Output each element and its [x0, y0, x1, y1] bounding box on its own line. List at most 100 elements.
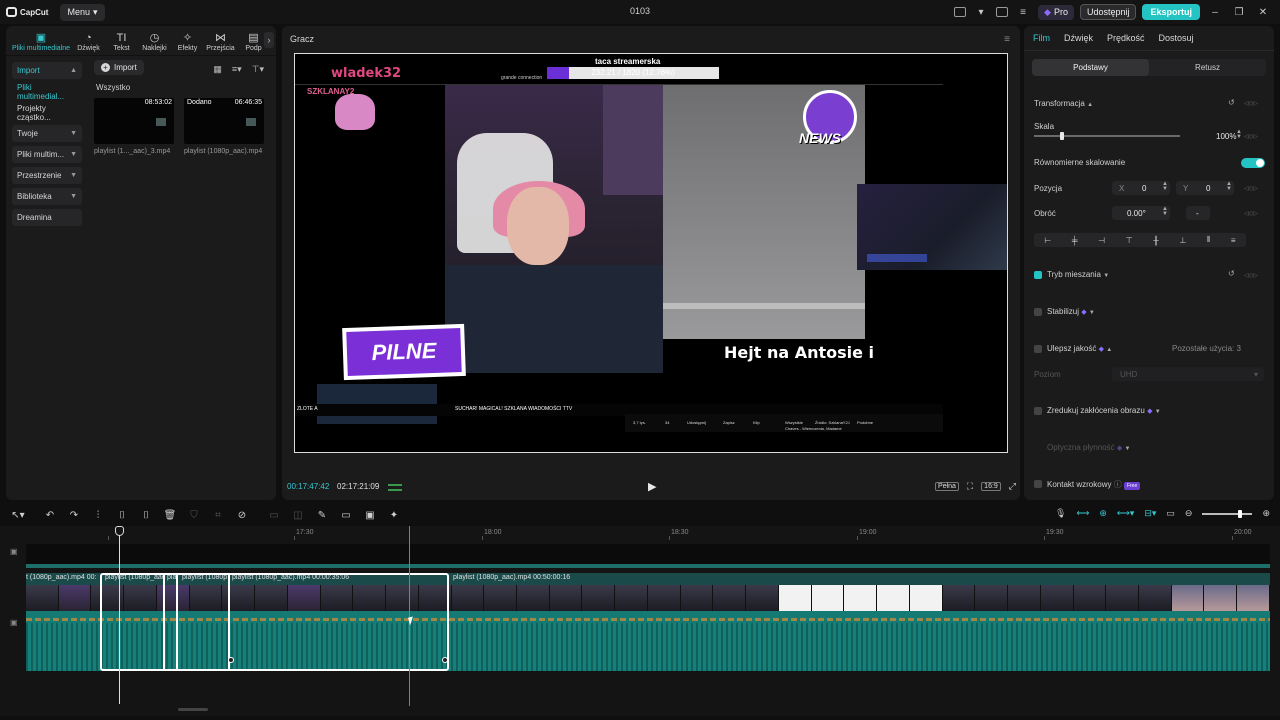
- side-nav-dreamina[interactable]: Dreamina: [12, 209, 82, 226]
- tab-audio[interactable]: ◔ Dźwięk: [72, 32, 105, 55]
- eye-contact-header[interactable]: Kontakt wzrokowy ⓘ Free: [1047, 479, 1141, 490]
- tab-speed[interactable]: Prędkość: [1107, 33, 1145, 43]
- full-quality-button[interactable]: Pełna: [934, 482, 959, 491]
- caption-icon[interactable]: ▭: [334, 510, 358, 521]
- snap-icon[interactable]: ⟷▾: [1117, 508, 1134, 519]
- mask-icon[interactable]: ⊘: [230, 510, 254, 521]
- menu-icon[interactable]: ≡: [1004, 34, 1010, 45]
- scale-slider[interactable]: [1034, 132, 1180, 140]
- ratio-button[interactable]: 16:9: [981, 482, 1001, 491]
- link-icon[interactable]: ⟷: [1076, 508, 1089, 519]
- media-item[interactable]: Dodano 06:46:35 playlist (1080p_aac).mp4: [184, 98, 264, 155]
- layout-icon[interactable]: [954, 7, 967, 17]
- playhead[interactable]: [119, 528, 120, 704]
- keyframe-icon[interactable]: ◁◇▷: [1244, 185, 1258, 192]
- stabilize-header[interactable]: Stabilizuj ◆ ▼: [1047, 307, 1095, 316]
- clip-boundary[interactable]: [163, 573, 165, 671]
- delete-icon[interactable]: 🗑: [158, 510, 182, 521]
- timeline[interactable]: 17:30 18:00 18:30 19:00 19:30 20:00 ▣ ▣ …: [0, 526, 1280, 716]
- keyframe-icon[interactable]: ◁◇▷: [1244, 133, 1258, 140]
- uniform-scale-toggle[interactable]: [1241, 158, 1265, 168]
- align-right-icon[interactable]: ⊣: [1098, 236, 1105, 245]
- align-bottom-icon[interactable]: ⊥: [1179, 236, 1186, 245]
- magnet-icon[interactable]: ⊕: [1099, 508, 1107, 519]
- image-icon[interactable]: ▣: [358, 510, 382, 521]
- share-button[interactable]: Udostępnij: [1079, 4, 1137, 20]
- selected-clips[interactable]: [100, 573, 449, 671]
- keyframe-icon[interactable]: ◁◇▷: [1244, 272, 1258, 279]
- magic-wand-icon[interactable]: ✎: [310, 510, 334, 521]
- ai-icon[interactable]: ✦: [382, 510, 406, 521]
- freeze-icon[interactable]: ▭: [262, 510, 286, 521]
- import-button[interactable]: + Import: [94, 60, 144, 75]
- chevron-right-icon[interactable]: ›: [264, 32, 274, 48]
- crop-icon[interactable]: ⌗: [206, 510, 230, 521]
- tab-audio[interactable]: Dźwięk: [1064, 33, 1093, 43]
- keyframe-icon[interactable]: ◁◇▷: [1244, 100, 1258, 107]
- stepper-icon[interactable]: ▲ ▼: [1226, 181, 1232, 192]
- caption-track-icon[interactable]: ▭: [1166, 508, 1175, 519]
- slider-knob[interactable]: [1060, 132, 1065, 140]
- volume-keyframe[interactable]: [228, 657, 234, 663]
- reset-icon[interactable]: ↺: [1228, 98, 1235, 107]
- clip-boundary[interactable]: [176, 573, 178, 671]
- segment-basic[interactable]: Podstawy: [1032, 59, 1149, 76]
- play-icon[interactable]: ▶: [648, 480, 656, 493]
- blend-mode-checkbox[interactable]: [1034, 271, 1042, 279]
- align-top-icon[interactable]: ⊤: [1126, 236, 1133, 245]
- align-left-icon[interactable]: ⊢: [1044, 236, 1051, 245]
- time-ruler[interactable]: 17:30 18:00 18:30 19:00 19:30 20:00: [26, 526, 1270, 540]
- side-nav-import[interactable]: Import ▲: [12, 62, 82, 79]
- noise-checkbox[interactable]: [1034, 407, 1042, 415]
- side-nav-subprojects[interactable]: Projekty cząstko...: [12, 104, 82, 122]
- optical-flow-header[interactable]: Optyczna płynność ◆ ▼: [1047, 443, 1130, 452]
- segment-retouch[interactable]: Retusz: [1149, 59, 1266, 76]
- settings-icon[interactable]: ≡: [1014, 7, 1032, 18]
- tab-effects[interactable]: ✧ Efekty: [171, 32, 204, 55]
- export-button[interactable]: Eksportuj: [1142, 4, 1200, 20]
- enhance-header[interactable]: Ulepsz jakość ◆ ▲: [1047, 344, 1112, 353]
- tab-film[interactable]: Film: [1033, 33, 1050, 43]
- reset-icon[interactable]: ↺: [1228, 269, 1235, 278]
- video-preview[interactable]: wladek32 grande connection taca streamer…: [294, 53, 1008, 453]
- zoom-out-icon[interactable]: ⊖: [1185, 508, 1193, 519]
- menu-button[interactable]: Menu ▾: [60, 3, 105, 21]
- minimize-icon[interactable]: –: [1206, 7, 1224, 18]
- trim-left-icon[interactable]: ⌷: [110, 510, 134, 521]
- align-center-h-icon[interactable]: ╪: [1072, 236, 1078, 245]
- tab-text[interactable]: TI Tekst: [105, 32, 138, 55]
- stepper-icon[interactable]: ▲ ▼: [1162, 181, 1168, 192]
- distribute-v-icon[interactable]: ≡: [1231, 236, 1236, 245]
- side-nav-library[interactable]: Biblioteka ▼: [12, 188, 82, 205]
- filter-icon[interactable]: ⊤▾: [252, 64, 264, 75]
- shortcuts-icon[interactable]: [996, 7, 1009, 17]
- split-icon[interactable]: ⫶: [86, 510, 110, 521]
- blend-mode-header[interactable]: Tryb mieszania ▼: [1047, 270, 1109, 279]
- zoom-in-icon[interactable]: ⊕: [1262, 508, 1270, 519]
- close-icon[interactable]: ✕: [1254, 7, 1272, 18]
- distribute-h-icon[interactable]: ⫴: [1207, 235, 1210, 245]
- select-tool-icon[interactable]: ↖▾: [6, 510, 30, 521]
- zoom-slider[interactable]: [1202, 509, 1253, 518]
- side-nav-spaces[interactable]: Przestrzenie ▼: [12, 167, 82, 184]
- keyframe-icon[interactable]: ◁◇▷: [1244, 210, 1258, 217]
- chevron-down-icon[interactable]: ▾: [972, 7, 990, 18]
- track-icon[interactable]: ▣: [10, 547, 18, 556]
- side-nav-yours[interactable]: Twoje ▼: [12, 125, 82, 142]
- reverse-icon[interactable]: ◫: [286, 510, 310, 521]
- sort-icon[interactable]: ≡▾: [232, 64, 242, 75]
- stepper-icon[interactable]: ▲ ▼: [1162, 206, 1168, 217]
- shield-icon[interactable]: ⛉: [182, 510, 206, 521]
- redo-icon[interactable]: ↷: [62, 510, 86, 521]
- fullscreen-icon[interactable]: ⤢: [1009, 481, 1016, 492]
- scale-value[interactable]: 100%: [1216, 132, 1236, 141]
- volume-keyframe[interactable]: [442, 657, 448, 663]
- microphone-icon[interactable]: 🎙: [1055, 508, 1066, 519]
- tab-stickers[interactable]: ◷ Naklejki: [138, 32, 171, 55]
- maximize-icon[interactable]: ❐: [1230, 7, 1248, 18]
- overlay-track[interactable]: [26, 544, 1270, 568]
- trim-right-icon[interactable]: ⌷: [134, 510, 158, 521]
- preview-axis-icon[interactable]: ⊟▾: [1144, 508, 1156, 519]
- crop-icon[interactable]: ⛶: [967, 481, 973, 492]
- overlay-clip[interactable]: [26, 564, 1270, 568]
